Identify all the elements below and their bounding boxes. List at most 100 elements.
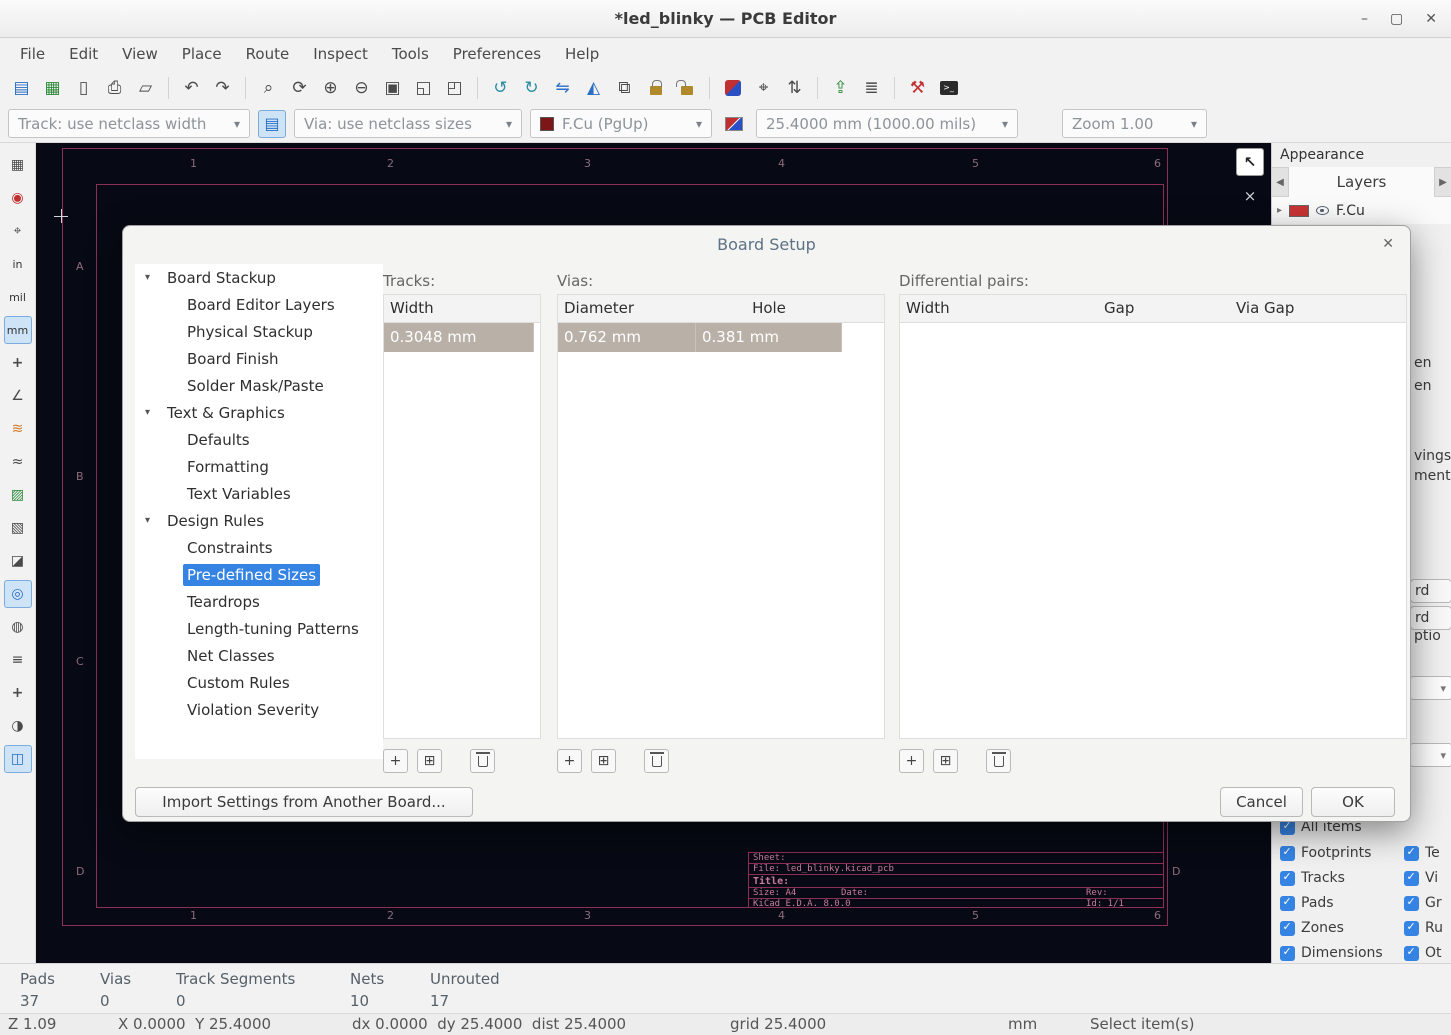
panel-combo-fragment[interactable] — [1410, 676, 1451, 700]
maximize-icon[interactable]: ▢ — [1390, 11, 1403, 27]
zoom-objects-icon[interactable]: ◱ — [410, 74, 437, 101]
console-icon[interactable] — [935, 74, 962, 101]
grid-icon[interactable]: ▦ — [4, 151, 32, 179]
menu-inspect[interactable]: Inspect — [301, 40, 380, 68]
via-size-combo[interactable]: Via: use netclass sizes — [294, 109, 522, 138]
zone-hide-icon[interactable]: ◪ — [4, 547, 32, 575]
checkbox-icon[interactable] — [1280, 946, 1295, 961]
netlist-icon[interactable]: ≣ — [858, 74, 885, 101]
units-mils-icon[interactable]: mil — [4, 283, 32, 311]
zone-outline-icon[interactable]: ▧ — [4, 514, 32, 542]
minimize-icon[interactable]: – — [1361, 11, 1368, 27]
find-footprint-icon[interactable]: ⌖ — [750, 74, 777, 101]
layer-combo[interactable]: F.Cu (PgUp) — [530, 109, 712, 138]
rotate-ccw-icon[interactable]: ↺ — [487, 74, 514, 101]
cancel-button[interactable]: Cancel — [1220, 787, 1303, 817]
tree-item-net-classes[interactable]: Net Classes — [135, 642, 383, 669]
tree-item-solder-mask-paste[interactable]: Solder Mask/Paste — [135, 372, 383, 399]
layer-expander-icon[interactable]: ▸ — [1277, 205, 1282, 216]
menu-preferences[interactable]: Preferences — [441, 40, 553, 68]
sketch-vias-icon[interactable]: ◍ — [4, 613, 32, 641]
checkbox-icon[interactable] — [1280, 921, 1295, 936]
add-row-button[interactable]: + — [899, 749, 924, 773]
expander-icon[interactable] — [145, 407, 163, 418]
free-angle-icon[interactable]: ∠ — [4, 382, 32, 410]
list-row[interactable]: 0.3048 mm — [384, 323, 540, 352]
rotate-cw-icon[interactable]: ↻ — [518, 74, 545, 101]
zoom-out-icon[interactable]: ⊖ — [348, 74, 375, 101]
high-contrast-icon[interactable]: ◑ — [4, 712, 32, 740]
expander-icon[interactable] — [145, 515, 163, 526]
delete-row-button[interactable] — [986, 749, 1011, 773]
tree-item-teardrops[interactable]: Teardrops — [135, 588, 383, 615]
units-mm-icon[interactable]: mm — [4, 316, 32, 344]
edit-predefined-sizes-icon[interactable] — [258, 110, 286, 138]
tree-item-length-tuning-patterns[interactable]: Length-tuning Patterns — [135, 615, 383, 642]
units-inches-icon[interactable]: in — [4, 250, 32, 278]
menu-place[interactable]: Place — [170, 40, 234, 68]
checkbox-icon[interactable] — [1404, 871, 1419, 886]
layer-pair-icon[interactable] — [720, 110, 748, 138]
close-icon[interactable]: ✕ — [1425, 11, 1437, 27]
polar-coordinates-icon[interactable]: ⌖ — [4, 217, 32, 245]
fcu-color-swatch[interactable] — [1289, 205, 1309, 217]
checkbox-icon[interactable] — [1404, 846, 1419, 861]
page-setup-icon[interactable]: ▯ — [70, 74, 97, 101]
track-width-combo[interactable]: Track: use netclass width — [8, 109, 250, 138]
panel-button-fragment[interactable]: rd — [1410, 606, 1451, 630]
menu-edit[interactable]: Edit — [57, 40, 110, 68]
checkbox-icon[interactable] — [1404, 946, 1419, 961]
ok-button[interactable]: OK — [1311, 787, 1395, 817]
checkbox-icon[interactable] — [1280, 846, 1295, 861]
lock-icon[interactable] — [642, 74, 669, 101]
tree-item-design-rules[interactable]: Design Rules — [135, 507, 383, 534]
tree-item-violation-severity[interactable]: Violation Severity — [135, 696, 383, 723]
delete-row-button[interactable] — [470, 749, 495, 773]
tree-item-physical-stackup[interactable]: Physical Stackup — [135, 318, 383, 345]
panel-list-vias[interactable]: DiameterHole0.762 mm0.381 mm — [557, 294, 885, 739]
tree-item-text-graphics[interactable]: Text & Graphics — [135, 399, 383, 426]
checkbox-icon[interactable] — [1280, 896, 1295, 911]
tab-layers[interactable]: Layers — [1288, 167, 1435, 197]
menu-tools[interactable]: Tools — [380, 40, 441, 68]
visibility-eye-icon[interactable] — [1316, 206, 1329, 215]
menu-route[interactable]: Route — [234, 40, 302, 68]
dialog-close-icon[interactable]: ✕ — [1382, 236, 1394, 252]
cross-probe-icon[interactable]: + — [4, 679, 32, 707]
zone-fill-icon[interactable]: ▨ — [4, 481, 32, 509]
tree-item-board-stackup[interactable]: Board Stackup — [135, 264, 383, 291]
panel-button-fragment[interactable]: rd — [1410, 579, 1451, 603]
undo-icon[interactable]: ↶ — [178, 74, 205, 101]
pad-lock-icon[interactable]: ◉ — [4, 184, 32, 212]
tabs-scroll-right-icon[interactable]: ▶ — [1435, 177, 1451, 188]
mirror-icon[interactable]: ⇋ — [549, 74, 576, 101]
insert-row-button[interactable]: ⊞ — [417, 749, 442, 773]
print-icon[interactable]: ⎙ — [101, 74, 128, 101]
add-row-button[interactable]: + — [383, 749, 408, 773]
drc-icon[interactable] — [719, 74, 746, 101]
menu-help[interactable]: Help — [553, 40, 611, 68]
group-icon[interactable]: ⧉ — [611, 74, 638, 101]
flip-icon[interactable]: ◭ — [580, 74, 607, 101]
plugin-icon[interactable]: ⚒ — [904, 74, 931, 101]
tabs-scroll-left-icon[interactable]: ◀ — [1272, 177, 1288, 188]
sketch-tracks-icon[interactable]: ≡ — [4, 646, 32, 674]
tree-item-formatting[interactable]: Formatting — [135, 453, 383, 480]
delete-row-button[interactable] — [644, 749, 669, 773]
ratsnest-icon[interactable]: ≋ — [4, 415, 32, 443]
layers-manager-icon[interactable]: ◫ — [4, 745, 32, 773]
tree-item-constraints[interactable]: Constraints — [135, 534, 383, 561]
sketch-pads-icon[interactable]: ◎ — [4, 580, 32, 608]
menu-view[interactable]: View — [110, 40, 170, 68]
add-row-button[interactable]: + — [557, 749, 582, 773]
insert-row-button[interactable]: ⊞ — [933, 749, 958, 773]
grid-combo[interactable]: 25.4000 mm (1000.00 mils) — [756, 109, 1018, 138]
tree-item-custom-rules[interactable]: Custom Rules — [135, 669, 383, 696]
board-setup-icon[interactable]: ▦ — [39, 74, 66, 101]
expander-icon[interactable] — [145, 272, 163, 283]
zoom-selection-icon[interactable]: ◰ — [441, 74, 468, 101]
list-row[interactable]: 0.762 mm0.381 mm — [558, 323, 884, 352]
zoom-combo[interactable]: Zoom 1.00 — [1062, 109, 1207, 138]
zoom-fit-icon[interactable]: ▣ — [379, 74, 406, 101]
save-icon[interactable]: ▤ — [8, 74, 35, 101]
